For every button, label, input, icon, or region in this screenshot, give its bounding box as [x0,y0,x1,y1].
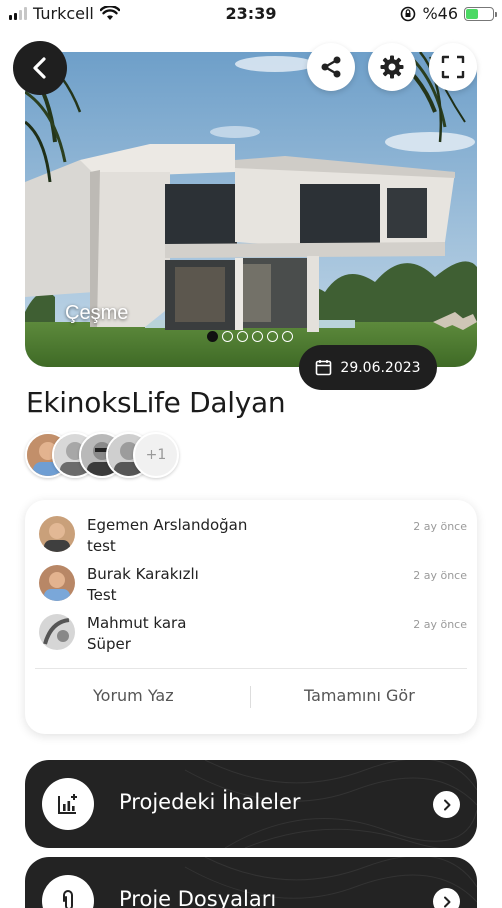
chevron-left-icon [33,57,46,79]
divider [35,668,467,669]
tenders-icon-circle [42,778,94,830]
calendar-icon [316,360,332,376]
project-image-carousel[interactable]: Çeşme [25,52,477,367]
comment-author: Egemen Arslandoğan [87,516,248,534]
comments-card: Egemen Arslandoğan test 2 ay önce Burak … [25,500,477,734]
comment-item: Mahmut kara Süper 2 ay önce [39,612,467,656]
share-button[interactable] [307,43,355,91]
carousel-dot[interactable] [207,331,218,342]
see-all-comments-button[interactable]: Tamamını Gör [304,686,415,705]
comment-text: Süper [87,635,131,653]
battery-percent: %46 [422,4,458,23]
divider [250,686,251,708]
paperclip-icon [63,890,73,908]
chevron-right-icon [433,888,460,908]
carousel-dot[interactable] [282,331,293,342]
comment-item: Egemen Arslandoğan test 2 ay önce [39,514,467,558]
battery-icon [464,6,497,21]
more-members-badge[interactable]: +1 [133,432,179,478]
back-button[interactable] [13,41,67,95]
project-tenders-button[interactable]: Projedeki İhaleler [25,760,477,848]
comment-time: 2 ay önce [413,618,467,631]
write-comment-button[interactable]: Yorum Yaz [93,686,174,705]
project-files-button[interactable]: Proje Dosyaları [25,857,477,908]
carousel-dot[interactable] [267,331,278,342]
avatar [39,516,75,552]
project-date-badge: 29.06.2023 [299,345,437,390]
comment-text: test [87,537,116,555]
comment-time: 2 ay önce [413,569,467,582]
location-caption: Çeşme [65,302,129,324]
carousel-indicator[interactable] [207,331,293,342]
carousel-dot[interactable] [222,331,233,342]
orientation-lock-icon [401,6,416,21]
avatar [39,565,75,601]
project-date: 29.06.2023 [340,359,421,376]
status-bar: Turkcell 23:39 %46 [0,0,502,30]
comment-time: 2 ay önce [413,520,467,533]
project-title: EkinoksLife Dalyan [26,386,286,419]
tenders-label: Projedeki İhaleler [119,790,301,814]
comment-author: Burak Karakızlı [87,565,199,583]
settings-button[interactable] [368,43,416,91]
fullscreen-icon [441,55,465,79]
gear-icon [380,55,404,79]
chart-add-icon [58,794,77,814]
chevron-right-icon [433,791,460,818]
comment-author: Mahmut kara [87,614,187,632]
carousel-dot[interactable] [237,331,248,342]
fullscreen-button[interactable] [429,43,477,91]
files-label: Proje Dosyaları [119,887,277,908]
comment-item: Burak Karakızlı Test 2 ay önce [39,563,467,607]
avatar [39,614,75,650]
comment-text: Test [87,586,117,604]
share-icon [321,56,341,78]
carousel-dot[interactable] [252,331,263,342]
